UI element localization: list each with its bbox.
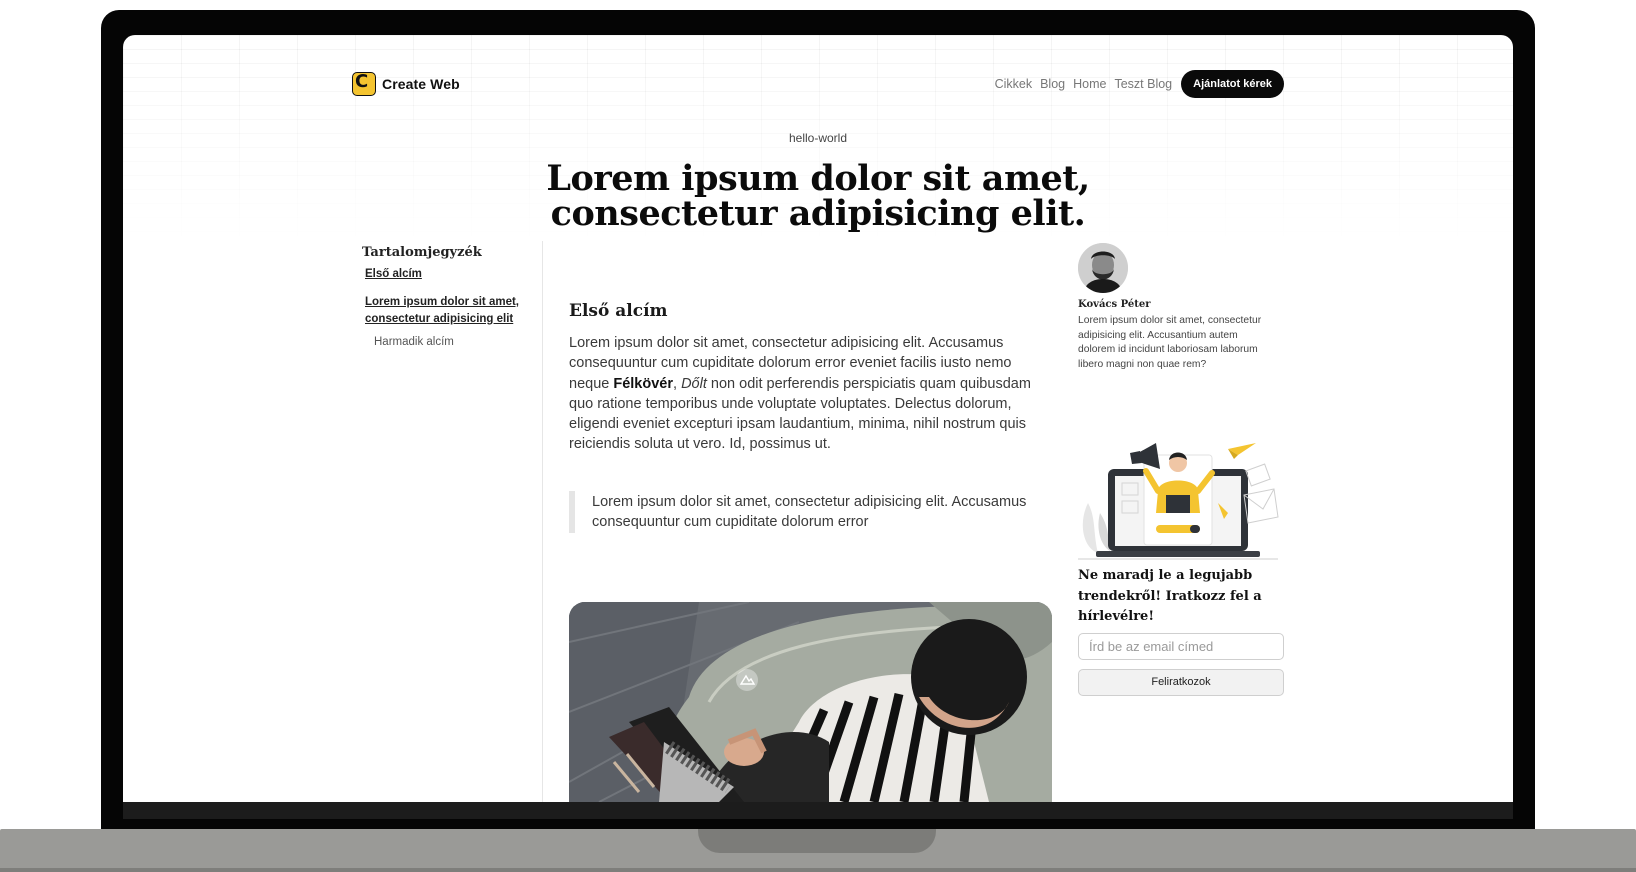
toc-item-second[interactable]: Lorem ipsum dolor sit amet, consectetur … xyxy=(365,294,527,328)
nav-link-teszt-blog[interactable]: Teszt Blog xyxy=(1114,77,1172,91)
newsletter-title: Ne maradj le a legujabb trendekről! Irat… xyxy=(1078,568,1262,624)
laptop-base-edge xyxy=(0,868,1636,872)
watermark-icon xyxy=(736,669,758,691)
photo-illustration xyxy=(569,602,1052,802)
quote-request-button[interactable]: Ajánlatot kérek xyxy=(1181,70,1284,98)
subscribe-button[interactable]: Feliratkozok xyxy=(1078,669,1284,696)
toc-item-third[interactable]: Harmadik alcím xyxy=(374,336,527,348)
bold-text: Félkövér xyxy=(613,375,674,392)
title-line-2: consectetur adipisicing elit. xyxy=(550,193,1086,234)
blockquote: Lorem ipsum dolor sit amet, consectetur … xyxy=(569,490,1050,534)
screen-bottom-bar xyxy=(123,802,1513,819)
nav-link-blog[interactable]: Blog xyxy=(1040,77,1065,91)
page-title: Lorem ipsum dolor sit amet, consectetur … xyxy=(123,161,1513,231)
author-bio: Lorem ipsum dolor sit amet, consectetur … xyxy=(1078,315,1262,370)
toc-item-first[interactable]: Első alcím xyxy=(365,268,527,280)
column-divider xyxy=(542,241,543,802)
italic-text: Dőlt xyxy=(681,375,707,392)
article-body: Első alcím Lorem ipsum dolor sit amet, c… xyxy=(569,301,1050,548)
laptop-notch xyxy=(698,829,936,853)
post-slug: hello-world xyxy=(788,131,848,145)
nav-link-home[interactable]: Home xyxy=(1073,77,1106,91)
email-input[interactable] xyxy=(1078,633,1284,660)
author-name: Kovács Péter xyxy=(1078,299,1151,310)
newsletter-illustration xyxy=(1078,443,1279,560)
logo-text: Create Web xyxy=(382,76,460,92)
nav-link-cikkek[interactable]: Cikkek xyxy=(995,77,1033,91)
laptop-screen: C Create Web Cikkek Blog Home Teszt Blog… xyxy=(123,35,1513,802)
article-photo xyxy=(569,602,1052,802)
author-avatar xyxy=(1078,243,1128,293)
toc-title: Tartalomjegyzék xyxy=(362,245,482,260)
main-nav: Cikkek Blog Home Teszt Blog Ajánlatot ké… xyxy=(995,70,1284,98)
author-card: Kovács Péter Lorem ipsum dolor sit amet,… xyxy=(1078,243,1278,372)
section-heading: Első alcím xyxy=(569,301,668,321)
table-of-contents: Tartalomjegyzék Első alcím Lorem ipsum d… xyxy=(362,245,527,348)
paragraph-separator: , xyxy=(673,375,682,392)
logo-icon: C xyxy=(352,71,376,96)
article-paragraph: Lorem ipsum dolor sit amet, consectetur … xyxy=(569,333,1050,455)
site-logo[interactable]: C Create Web xyxy=(352,71,460,96)
